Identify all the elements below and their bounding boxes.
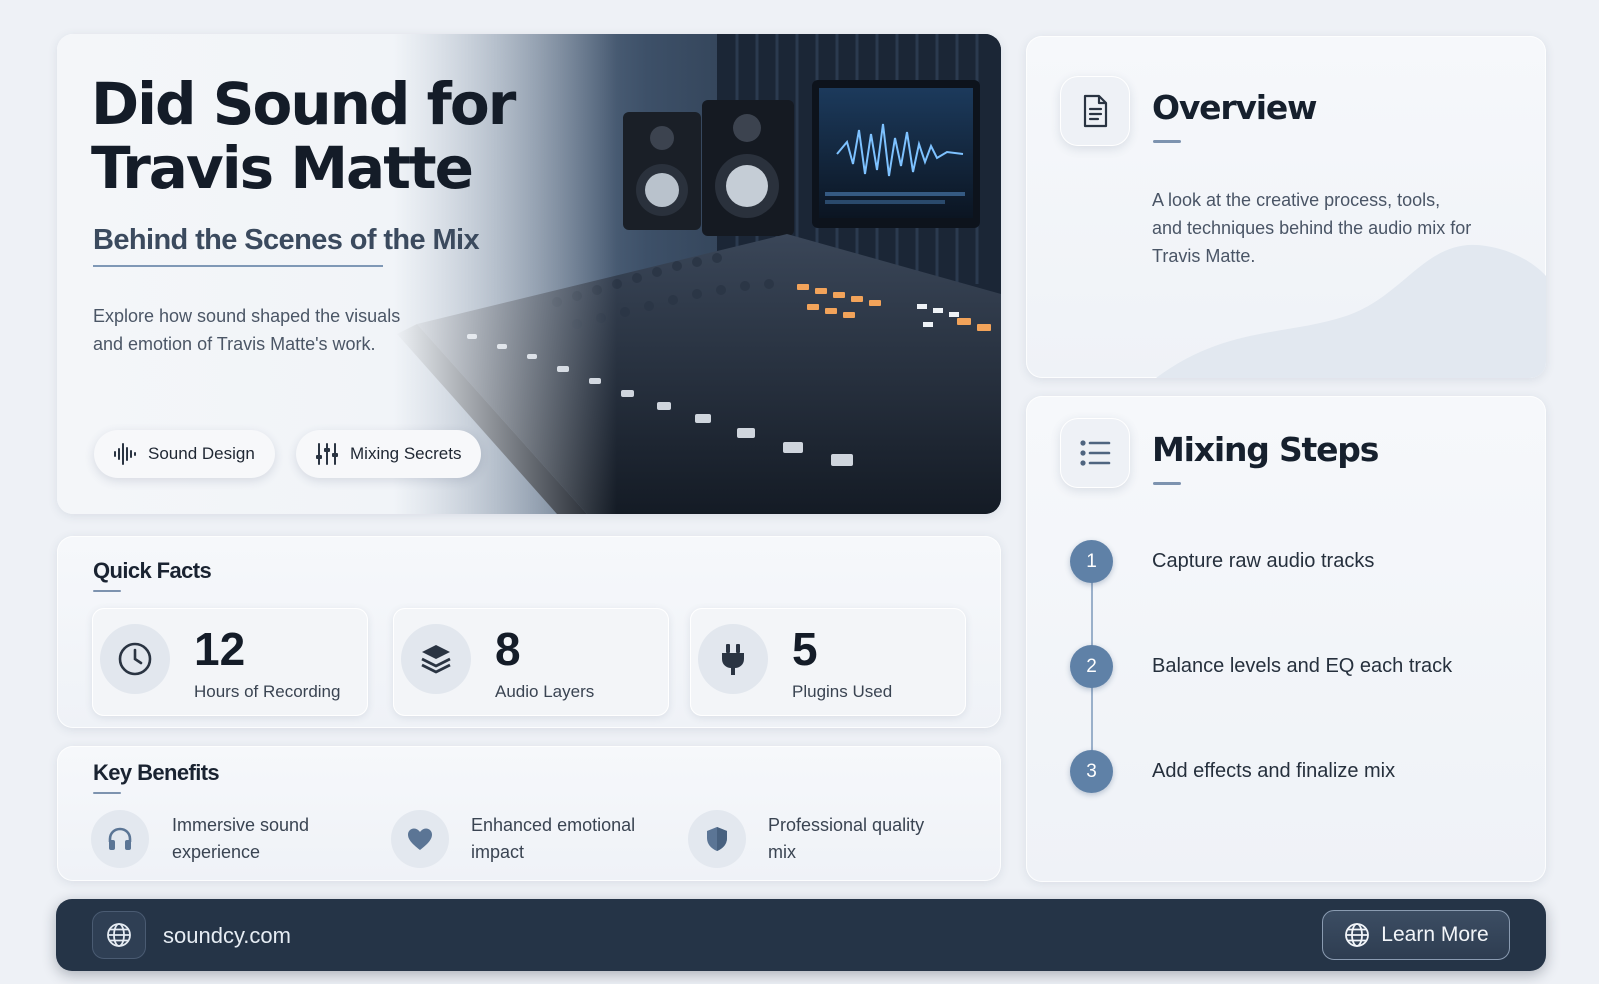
learn-more-label: Learn More [1381,923,1489,946]
sliders-icon [316,443,338,465]
footer-globe-badge [92,911,146,959]
waveform-icon [114,443,136,465]
step-text: Add effects and finalize mix [1152,760,1396,782]
plug-icon [722,644,744,675]
hero-description: Explore how sound shaped the visuals and… [93,306,401,354]
overview-title: Overview [1152,88,1318,127]
fact-icon-circle [698,624,768,694]
fact-layers: 8 Audio Layers [393,608,669,716]
quick-facts-underline [93,590,121,592]
fact-icon-circle [100,624,170,694]
quick-facts-title: Quick Facts [93,558,212,583]
fact-value: 5 [792,623,818,675]
tag-label: Sound Design [148,444,255,463]
subtitle-underline [93,265,383,267]
page-title: Did Sound for Travis Matte [91,70,516,202]
fact-label: Audio Layers [495,682,595,701]
headphones-icon [108,827,132,850]
fact-value: 12 [194,623,246,675]
fact-label: Plugins Used [792,682,893,701]
fact-hours: 12 Hours of Recording [92,608,368,716]
steps-underline [1153,482,1181,485]
shield-icon [707,827,727,851]
step-number: 3 [1070,750,1113,793]
step-text: Capture raw audio tracks [1152,550,1375,572]
benefit-text: Immersive sound experience [172,815,310,862]
learn-more-button[interactable]: Learn More [1322,910,1510,960]
fact-icon-circle [401,624,471,694]
key-benefits-title: Key Benefits [93,760,220,785]
tag-mixing-secrets[interactable]: Mixing Secrets [296,430,482,478]
clock-icon [118,642,152,676]
overview-card: Overview A look at the creative process,… [1026,36,1546,378]
hero-card: Did Sound for Travis Matte Behind the Sc… [57,34,1001,514]
hero-subtitle: Behind the Scenes of the Mix [93,224,480,256]
overview-icon-tile [1060,76,1130,146]
footer-url-link[interactable]: soundcy.com [163,923,291,949]
list-icon [1080,440,1111,466]
globe-icon [1345,923,1370,947]
tag-sound-design[interactable]: Sound Design [94,430,275,478]
globe-icon [107,923,131,947]
layers-icon [421,645,451,674]
overview-underline [1153,140,1181,143]
heart-icon [408,828,432,850]
footer-bar: soundcy.com Learn More [56,899,1546,971]
steps-icon-tile [1060,418,1130,488]
steps-title: Mixing Steps [1152,430,1379,469]
key-benefits-card: Key Benefits Immersive sound experience … [57,746,1001,881]
benefit-icon-circle [688,810,746,868]
fact-value: 8 [495,623,521,675]
benefit-text: Professional quality mix [768,815,925,862]
fact-label: Hours of Recording [194,682,341,701]
step-number: 1 [1070,540,1113,583]
key-benefits-underline [93,792,121,794]
benefit-icon-circle [91,810,149,868]
document-icon [1083,94,1108,128]
mixing-steps-card: Mixing Steps 1 Capture raw audio tracks … [1026,396,1546,882]
quick-facts-card: Quick Facts 12 Hours of Recording 8 Audi… [57,536,1001,728]
benefit-icon-circle [391,810,449,868]
tag-label: Mixing Secrets [350,444,462,463]
step-number: 2 [1070,645,1113,688]
benefit-text: Enhanced emotional impact [471,815,636,862]
fact-plugins: 5 Plugins Used [690,608,966,716]
step-text: Balance levels and EQ each track [1152,655,1453,677]
overview-text: A look at the creative process, tools, a… [1152,190,1472,266]
